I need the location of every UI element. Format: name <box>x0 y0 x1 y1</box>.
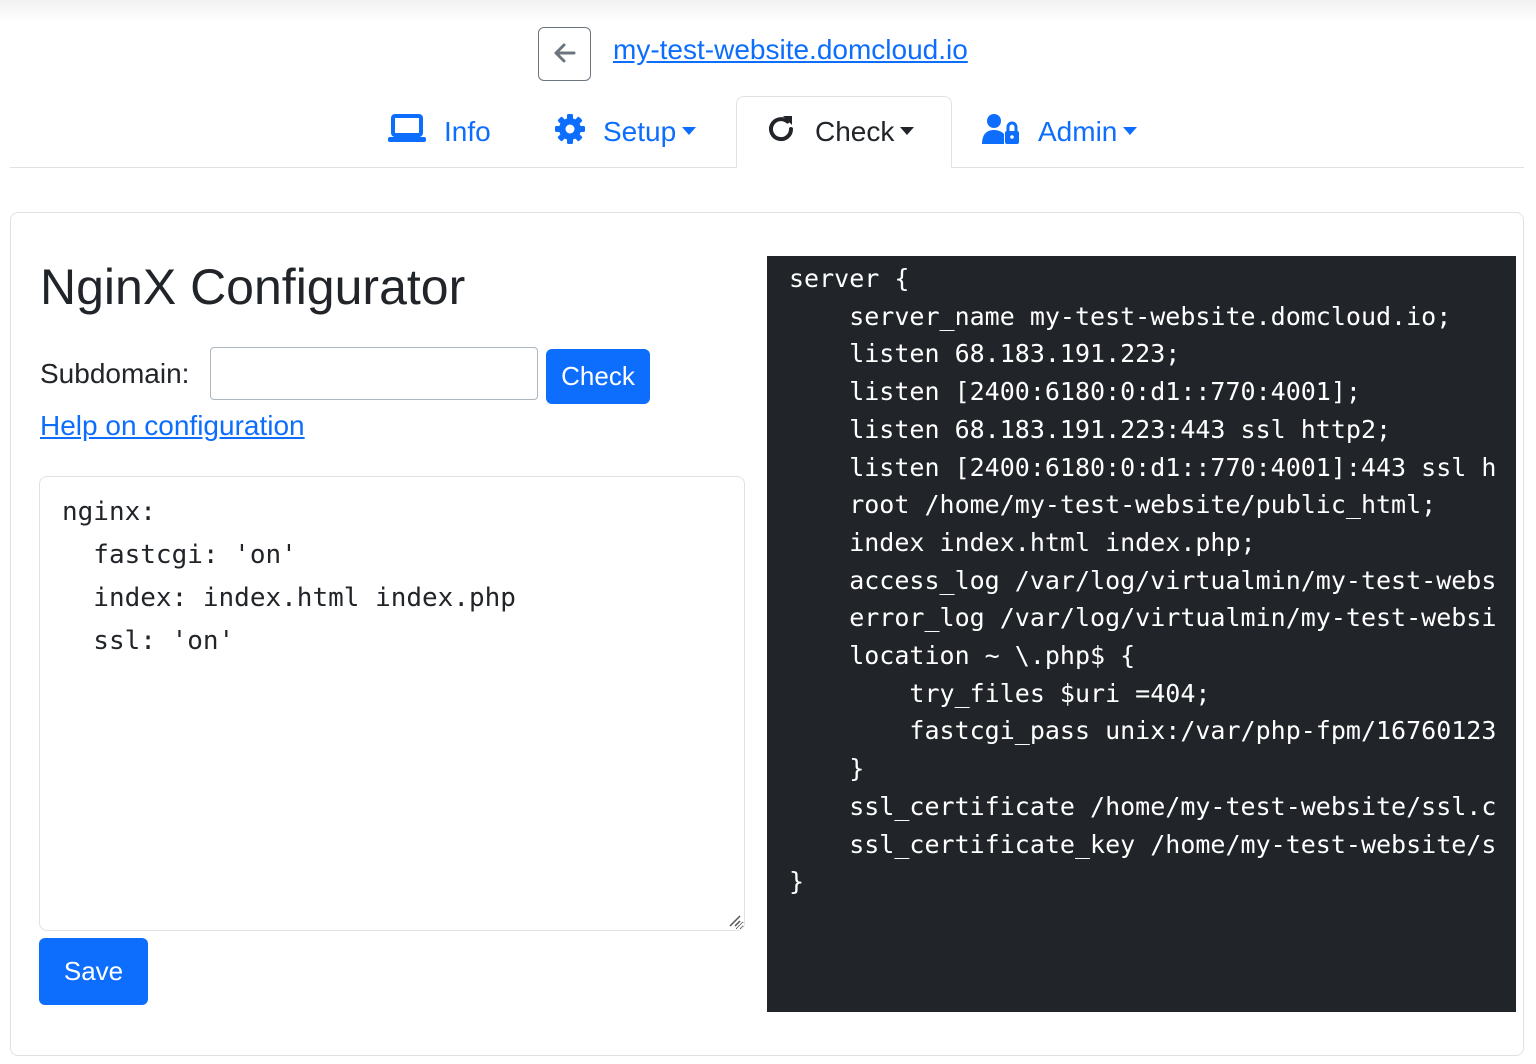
code-line: server { <box>789 264 910 293</box>
tab-admin[interactable]: Admin <box>982 96 1138 168</box>
code-line: listen 68.183.191.223; <box>789 339 1181 369</box>
back-button[interactable] <box>538 27 591 81</box>
refresh-icon <box>765 113 797 152</box>
user-lock-icon <box>982 113 1020 152</box>
code-line: ssl_certificate_key /home/my-test-websit… <box>789 829 1495 859</box>
save-button[interactable]: Save <box>39 938 148 1005</box>
page-title: NginX Configurator <box>40 259 466 315</box>
code-line: listen [2400:6180:0:d1::770:4001]; <box>789 377 1361 407</box>
tab-check[interactable]: Check <box>736 96 952 168</box>
chevron-down-icon <box>900 127 915 135</box>
tab-check-label: Check <box>815 116 915 148</box>
code-line: ssl_certificate /home/my-test-website/ss… <box>789 791 1495 821</box>
tab-setup-label: Setup <box>603 116 697 148</box>
code-line: listen 68.183.191.223:443 ssl http2; <box>789 414 1392 444</box>
code-line: } <box>789 754 865 784</box>
resize-handle-icon[interactable] <box>727 913 741 927</box>
config-editor[interactable]: nginx: fastcgi: 'on' index: index.html i… <box>39 476 745 931</box>
tab-info[interactable]: Info <box>388 96 491 168</box>
code-line: try_files $uri =404; <box>789 678 1211 708</box>
laptop-icon <box>388 113 426 151</box>
code-line: root /home/my-test-website/public_html; <box>789 490 1437 520</box>
code-line: fastcgi_pass unix:/var/php-fpm/16760123 <box>789 716 1495 746</box>
code-line: } <box>789 867 805 897</box>
gear-icon <box>555 113 585 151</box>
tab-admin-label: Admin <box>1038 116 1138 148</box>
browser-top-shadow <box>0 0 1536 22</box>
nginx-output-panel: server { server_name my-test-website.dom… <box>767 256 1516 1012</box>
tab-info-label: Info <box>444 116 491 147</box>
code-line: listen [2400:6180:0:d1::770:4001]:443 ss… <box>789 452 1495 482</box>
code-line: server_name my-test-website.domcloud.io; <box>789 301 1452 331</box>
tab-setup[interactable]: Setup <box>555 96 697 168</box>
help-configuration-link[interactable]: Help on configuration <box>40 410 305 442</box>
subdomain-input[interactable] <box>210 347 538 400</box>
chevron-down-icon <box>1123 127 1138 135</box>
arrow-left-icon <box>554 43 576 66</box>
check-button[interactable]: Check <box>546 349 650 404</box>
chevron-down-icon <box>682 127 697 135</box>
code-line: access_log /var/log/virtualmin/my-test-w… <box>789 565 1495 595</box>
code-line: index index.html index.php; <box>789 527 1256 557</box>
subdomain-label: Subdomain: <box>40 358 190 389</box>
site-domain-link[interactable]: my-test-website.domcloud.io <box>613 34 968 66</box>
code-line: error_log /var/log/virtualmin/my-test-we… <box>789 603 1495 633</box>
code-line: location ~ \.php$ { <box>789 641 1136 671</box>
